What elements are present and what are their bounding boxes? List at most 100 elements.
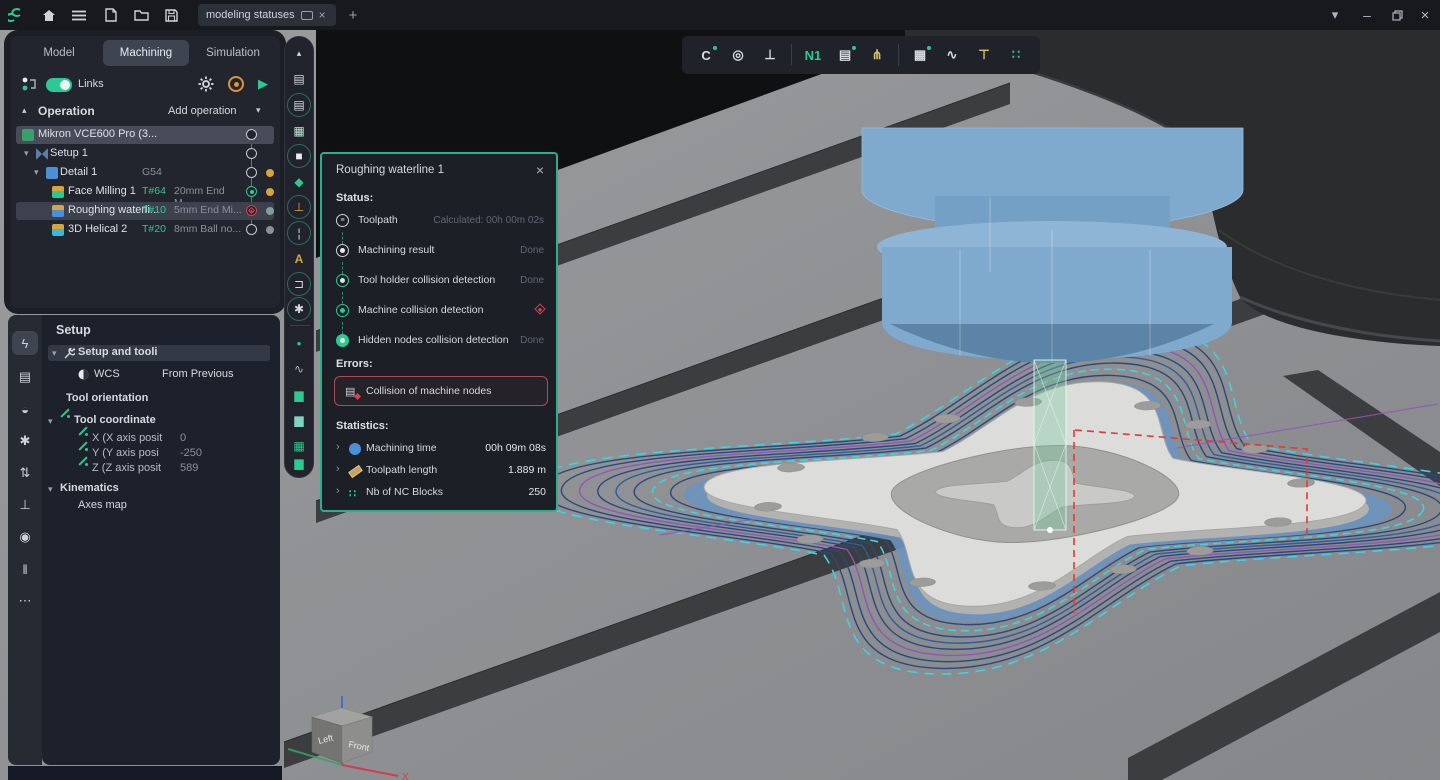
tree-row-setup[interactable]: ▾ Setup 1: [16, 145, 274, 163]
axis-z-row[interactable]: Z (Z axis posit 589: [42, 461, 280, 477]
window-close-icon[interactable]: ×: [1412, 4, 1438, 26]
errors-section-label: Errors:: [336, 358, 373, 370]
new-file-icon[interactable]: [98, 4, 124, 26]
links-toggle[interactable]: [46, 78, 72, 92]
snap-c-icon[interactable]: C: [692, 42, 720, 68]
tree-row-detail[interactable]: ▾ Detail 1 G54: [16, 164, 274, 182]
stat-machining-time[interactable]: › Machining time 00h 09m 08s: [336, 440, 546, 460]
statistics-chart-icon[interactable]: ∿: [938, 42, 966, 68]
stock-icon[interactable]: ■: [287, 144, 311, 168]
dot-grid-icon[interactable]: ∷: [1002, 42, 1030, 68]
setup-tooling-group-row[interactable]: ▾ Setup and tooli: [48, 345, 270, 361]
fixture-icon[interactable]: ◆: [287, 170, 311, 194]
open-folder-icon[interactable]: [128, 4, 154, 26]
machining-toolbar: C ◎ ⊥ N1 ▤ ⋔ ▦ ∿ ⊤ ∷: [682, 36, 1040, 74]
add-operation-button[interactable]: Add operation: [168, 105, 237, 117]
restore-icon[interactable]: [1384, 4, 1410, 26]
transform-arrows-icon[interactable]: ⇅: [12, 461, 38, 485]
axis-x-row[interactable]: X (X axis posit 0: [42, 431, 280, 447]
screw-icon[interactable]: ⊥: [287, 195, 311, 219]
save-icon[interactable]: [158, 4, 184, 26]
status-item-toolpath[interactable]: ≡ Toolpath Calculated: 00h 00m 02s: [336, 212, 544, 232]
document-tab[interactable]: modeling statuses ×: [198, 4, 336, 26]
axis-x-label: X: [402, 772, 409, 780]
tab-machining[interactable]: Machining: [103, 40, 189, 66]
drill-bit-icon[interactable]: ¦: [287, 221, 311, 245]
tree-row-machine[interactable]: Mikron VCE600 Pro (3...: [16, 126, 274, 144]
tree-row-roughing-waterline[interactable]: Roughing waterli... T#10 5mm End Mi...: [16, 202, 274, 220]
operation-status-popup: Roughing waterline 1 × Status: ≡ Toolpat…: [320, 152, 558, 512]
app-logo[interactable]: [8, 6, 26, 24]
links-label: Links: [78, 78, 104, 90]
wcs-dial-icon[interactable]: ◉: [12, 525, 38, 549]
clock-icon: [349, 443, 361, 455]
more-icon[interactable]: ⋯: [12, 589, 38, 613]
face-milling-op-icon: [52, 186, 64, 198]
postprocess-doc-icon[interactable]: ▤: [831, 42, 859, 68]
tab-model[interactable]: Model: [16, 40, 102, 66]
gear-icon[interactable]: [198, 76, 214, 92]
collision-error-icon: [536, 305, 544, 313]
recalculate-icon[interactable]: [228, 76, 244, 92]
status-item-hidden-nodes[interactable]: Hidden nodes collision detection Done: [336, 332, 544, 352]
machine-visible-icon[interactable]: ▤: [287, 93, 311, 117]
menu-icon[interactable]: [66, 4, 92, 26]
machine-icon[interactable]: ▤: [12, 365, 38, 389]
toolpath-book-icon[interactable]: ▆: [287, 383, 311, 407]
spline-icon[interactable]: ∿: [287, 357, 311, 381]
axes-map-row[interactable]: Axes map: [42, 498, 280, 514]
kinematics-bars-icon[interactable]: ‖: [12, 557, 38, 581]
detail-op-icon: [46, 167, 58, 179]
axis-y-row[interactable]: Y (Y axis posi -250: [42, 446, 280, 462]
document-tab-label: modeling statuses: [206, 9, 295, 21]
gear-star-icon[interactable]: ✱: [287, 297, 311, 321]
machine-op-icon: [22, 129, 34, 141]
tree-row-3d-helical[interactable]: 3D Helical 2 T#20 8mm Ball no...: [16, 221, 274, 239]
result-book-icon[interactable]: ▆: [287, 408, 311, 432]
compass-icon[interactable]: ◒: [12, 397, 38, 421]
machine-outline-icon[interactable]: ▤: [287, 67, 311, 91]
tab-simulation[interactable]: Simulation: [190, 40, 276, 66]
collapse-operations-icon[interactable]: ▴: [22, 105, 27, 116]
add-operation-dropdown-icon[interactable]: ▾: [256, 105, 261, 116]
tool-single-icon[interactable]: ⊤: [970, 42, 998, 68]
play-icon[interactable]: ▶: [258, 76, 268, 92]
status-item-machine-collision[interactable]: Machine collision detection: [336, 302, 544, 322]
stat-nc-blocks[interactable]: › ∷ Nb of NC Blocks 250: [336, 484, 546, 504]
monitor-icon: [301, 11, 313, 20]
window-dropdown-icon[interactable]: ▾: [1322, 4, 1348, 26]
tree-row-face-milling[interactable]: Face Milling 1 T#64 20mm End M...: [16, 183, 274, 201]
notes-book-icon[interactable]: ▆: [287, 451, 311, 475]
holder-a-icon[interactable]: A: [287, 247, 311, 271]
minimize-icon[interactable]: –: [1354, 4, 1380, 26]
stat-toolpath-length[interactable]: › Toolpath length 1.889 m: [336, 462, 546, 482]
status-item-tool-holder-collision[interactable]: Tool holder collision detection Done: [336, 272, 544, 292]
kinematics-header[interactable]: ▾ Kinematics: [42, 481, 280, 497]
tool-coordinate-header[interactable]: ▾ Tool coordinate: [42, 413, 280, 429]
axis-x-value: 0: [180, 432, 186, 444]
tab-close-icon[interactable]: ×: [319, 8, 326, 22]
screw-tool-icon[interactable]: ⊥: [12, 493, 38, 517]
new-tab-icon[interactable]: +: [340, 4, 366, 26]
wcs-row[interactable]: WCS From Previous: [42, 367, 280, 383]
control-panel-icon[interactable]: ▦: [906, 42, 934, 68]
home-icon[interactable]: [36, 4, 62, 26]
error-item[interactable]: ▤ Collision of machine nodes: [334, 376, 548, 406]
settings-gear-icon[interactable]: ✱: [12, 429, 38, 453]
workpiece-icon[interactable]: ▦: [287, 119, 311, 143]
measure-gauge-icon[interactable]: ◎: [724, 42, 752, 68]
setup-power-icon[interactable]: ϟ: [12, 331, 38, 355]
holder-icon[interactable]: ⊐: [287, 272, 311, 296]
spindle[interactable]: [862, 128, 1243, 363]
caliper-icon[interactable]: ⊥: [756, 42, 784, 68]
tool-holder-status-icon: [336, 274, 349, 287]
point-icon[interactable]: ●: [287, 331, 311, 355]
popup-close-icon[interactable]: ×: [536, 162, 544, 178]
nc-code-icon[interactable]: N1: [799, 42, 827, 68]
status-item-machining-result[interactable]: Machining result Done: [336, 242, 544, 262]
axis-y-value: -250: [180, 447, 202, 459]
scene-objects-toolbar: ▴ ▤ ▤ ▦ ■ ◆ ⊥ ¦ A ⊐ ✱ ● ∿ ▆ ▆ ▦ ▆: [284, 36, 314, 478]
collapse-icon[interactable]: ▴: [287, 41, 311, 65]
ruler-icon: [349, 465, 361, 477]
tool-pair-icon[interactable]: ⋔: [863, 42, 891, 68]
